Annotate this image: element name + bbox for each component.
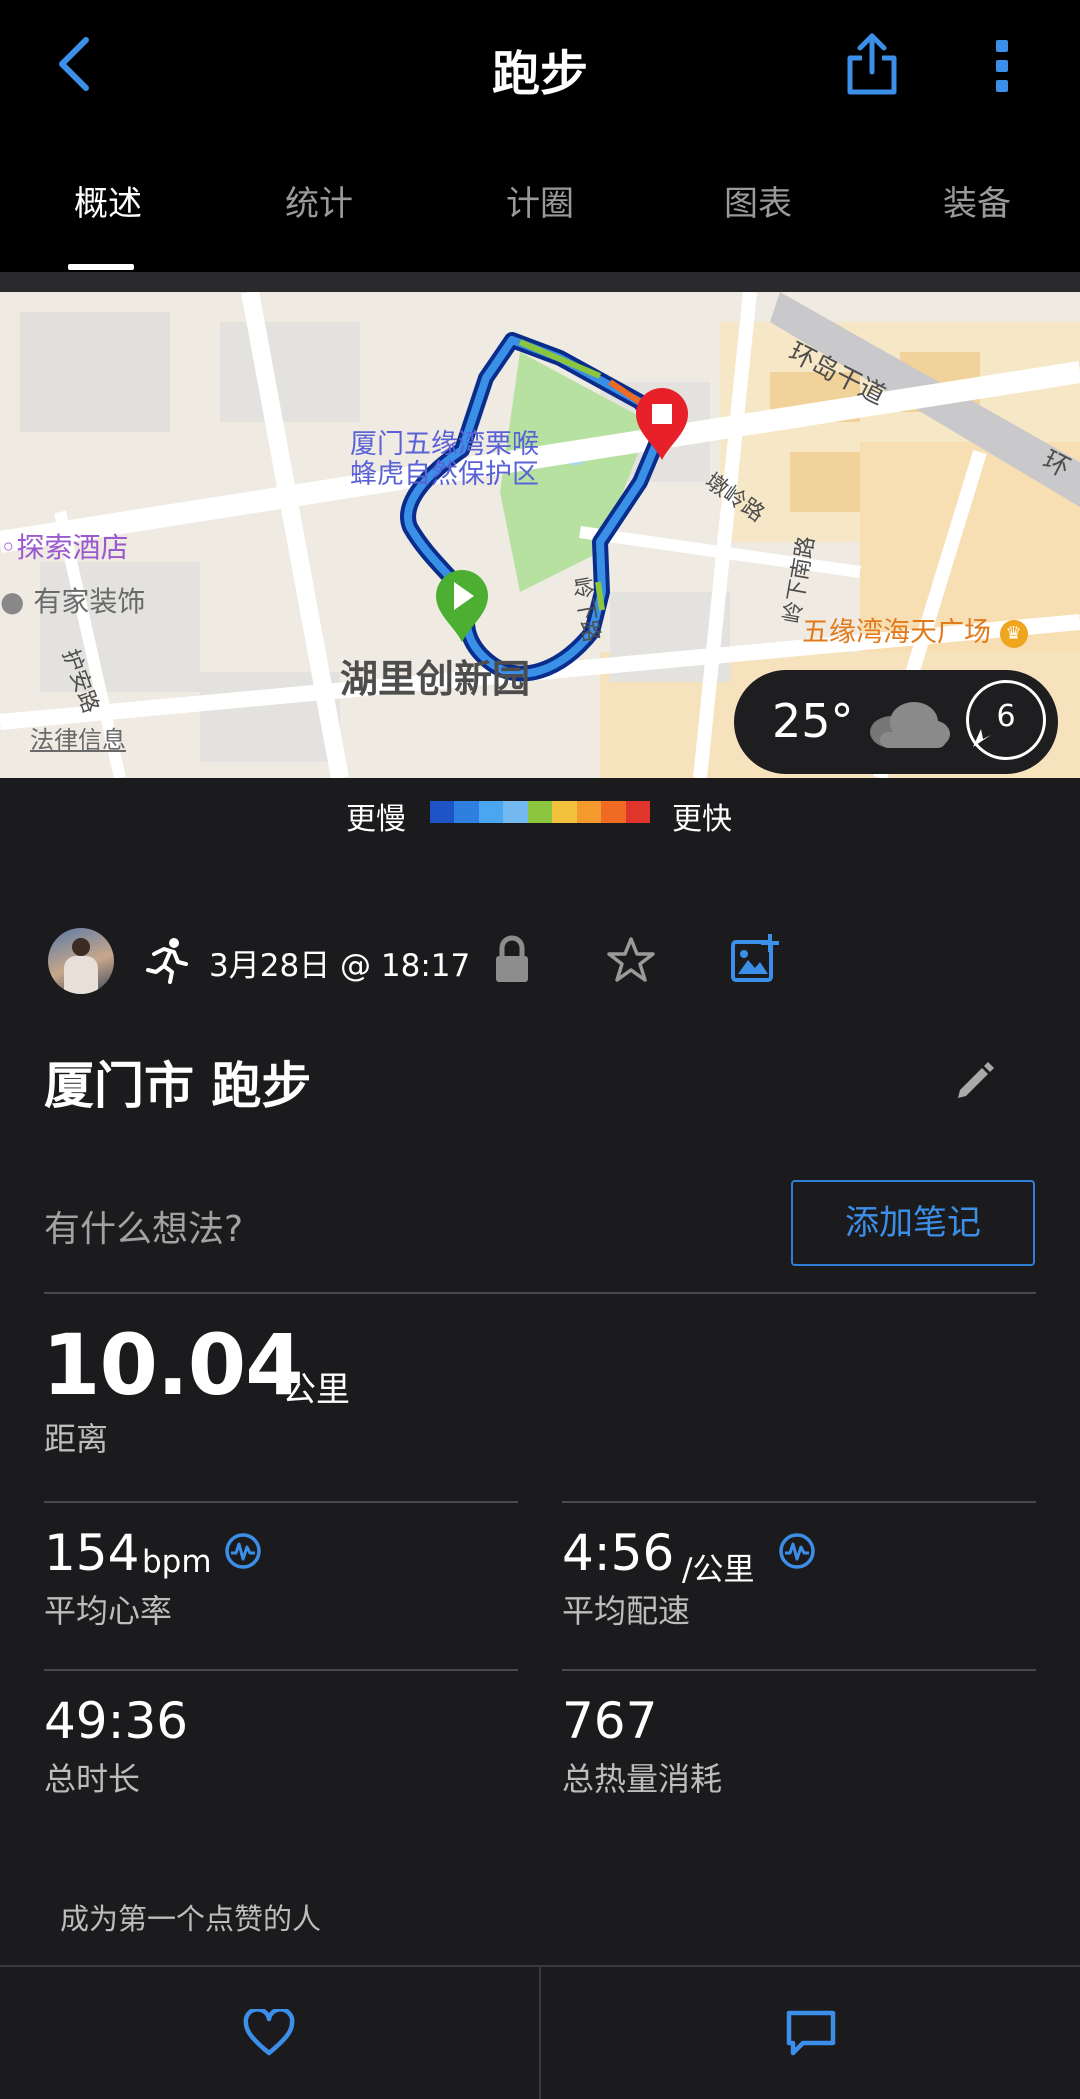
edit-pencil-icon[interactable] [954,1060,996,1102]
finish-marker-icon [636,388,688,460]
heart-rate-chart-icon[interactable] [224,1532,262,1570]
speed-gradient-bar [430,801,650,823]
total-duration-label: 总时长 [44,1760,141,1798]
legend-slower-label: 更慢 [346,802,406,837]
speed-gradient-segment [552,801,577,823]
avg-heart-rate-value: 154 [44,1524,140,1582]
comment-button[interactable] [541,1967,1080,2099]
speed-gradient-segment [625,801,650,823]
weather-temperature: 25° [772,694,854,748]
map-label-plaza: 五缘湾海天广场 ♛ [802,610,1028,649]
calories-label: 总热量消耗 [562,1760,723,1798]
tab-gear[interactable]: 装备 [869,176,1080,225]
poi-dot-icon: ◦ [0,531,17,564]
divider [44,1292,1036,1294]
map-label-hotel: ◦探索酒店 [0,531,129,564]
share-button[interactable] [842,30,902,100]
more-vertical-icon [996,40,1008,92]
like-button[interactable] [0,1967,539,2099]
running-icon [146,938,188,984]
avg-heart-rate-label: 平均心率 [44,1592,173,1630]
speed-gradient-segment [527,801,553,823]
map-label-furniture: ● 有家装饰 [0,585,146,618]
tab-overview[interactable]: 概述 [0,176,216,225]
top-bar: 跑步 概述 统计 计圈 图表 装备 [0,0,1080,272]
divider [44,1669,518,1671]
speed-gradient-segment [430,801,455,823]
divider [44,1501,518,1503]
poi-dot-icon: ● [0,585,25,618]
divider [562,1501,1036,1503]
cloud-icon [870,702,950,748]
speed-gradient-segment [576,801,602,823]
likes-prompt: 成为第一个点赞的人 [60,1902,322,1936]
tab-stats[interactable]: 统计 [211,176,427,225]
distance-unit: 公里 [282,1370,350,1410]
legal-info-link[interactable]: 法律信息 [30,720,126,755]
distance-value: 10.04 [42,1316,304,1414]
speed-gradient-segment [601,801,626,823]
add-note-button[interactable]: 添加笔记 [791,1180,1035,1266]
total-duration-value: 49:36 [44,1692,189,1750]
tab-indicator [68,264,134,270]
avg-heart-rate-unit: bpm [142,1544,212,1580]
map-label-reserve: 厦门五缘湾栗喉 蜂虎自然保护区 [350,429,539,490]
calories-value: 767 [562,1692,658,1750]
add-photo-icon[interactable] [730,932,780,984]
header-separator [0,272,1080,292]
comment-icon [786,2010,836,2056]
map-label-park: 湖里创新园 [340,657,531,701]
more-button[interactable] [984,34,1020,98]
divider [562,1669,1036,1671]
bottom-action-bar [0,1965,1080,2099]
distance-label: 距离 [44,1420,109,1458]
avg-pace-unit: /公里 [682,1552,755,1588]
activity-title: 厦门市 跑步 [44,1057,312,1115]
tab-charts[interactable]: 图表 [650,176,866,225]
pace-chart-icon[interactable] [778,1532,816,1570]
avg-pace-label: 平均配速 [562,1592,691,1630]
avg-pace-value: 4:56 [562,1524,675,1582]
avatar[interactable] [48,928,114,994]
wind-speed-indicator: 6 [966,680,1046,760]
share-icon [847,33,897,95]
legend-faster-label: 更快 [672,802,732,837]
activity-datetime: 3月28日 @ 18:17 [209,948,471,984]
weather-badge: 25° 6 [734,670,1058,774]
heart-icon [243,2009,295,2056]
speed-legend: 更慢 更快 [0,778,1080,850]
start-marker-icon [436,570,488,642]
speed-gradient-segment [503,801,528,823]
page-title: 跑步 [491,46,588,102]
tab-laps[interactable]: 计圈 [432,176,648,225]
thoughts-prompt[interactable]: 有什么想法? [44,1200,243,1252]
speed-gradient-segment [454,801,479,823]
privacy-lock-icon[interactable] [492,934,532,984]
speed-gradient-segment [478,801,504,823]
star-icon[interactable] [606,936,656,984]
wind-direction-icon [973,729,991,747]
shopping-icon: ♛ [999,619,1028,648]
